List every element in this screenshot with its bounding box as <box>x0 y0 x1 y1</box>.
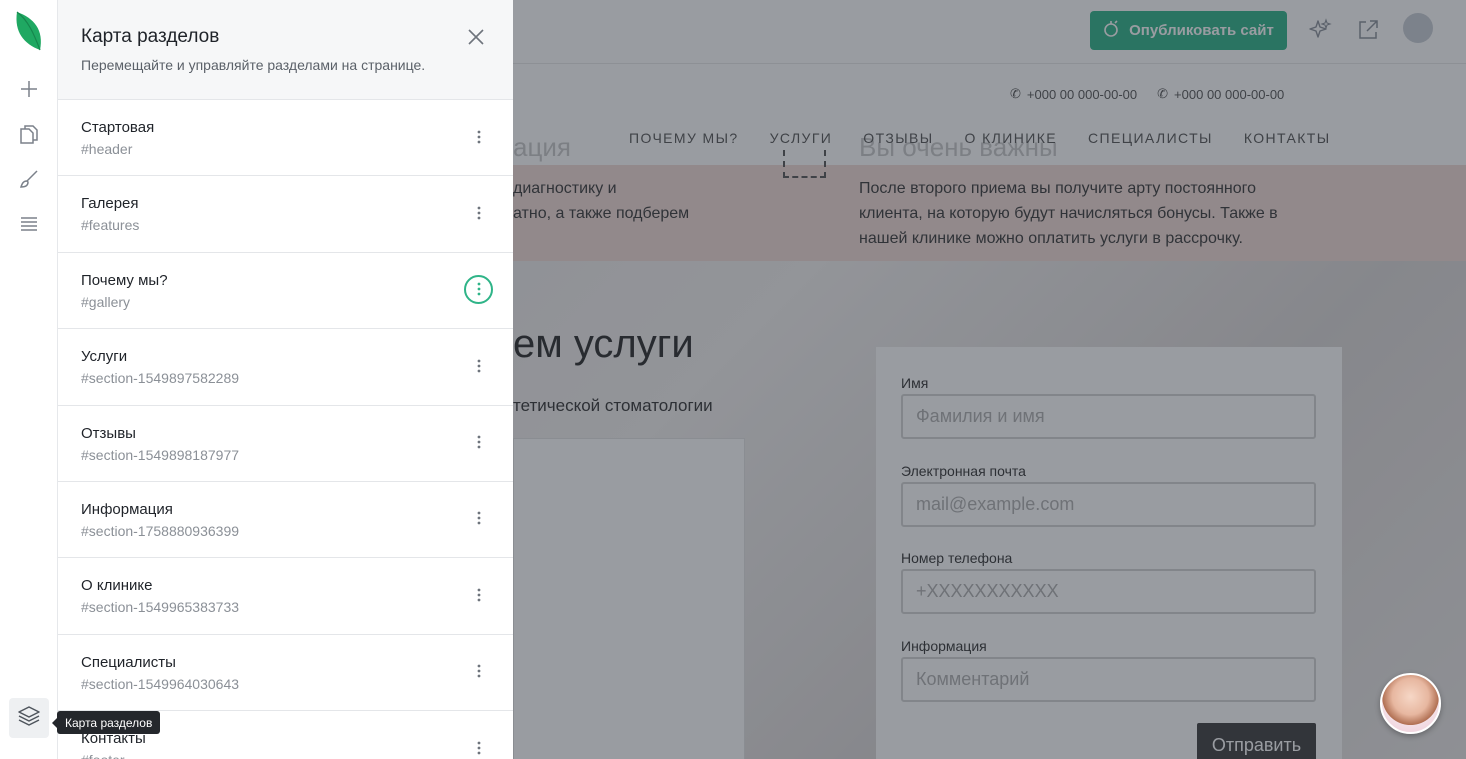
section-name: Отзывы <box>81 424 136 442</box>
more-options-icon[interactable] <box>464 428 493 457</box>
section-name: Информация <box>81 500 173 518</box>
section-anchor: #section-1549964030643 <box>81 675 240 692</box>
list-button[interactable] <box>13 210 45 242</box>
tooltip: Карта разделов <box>51 711 161 734</box>
section-name: Услуги <box>81 348 128 366</box>
more-options-icon[interactable] <box>464 351 493 380</box>
more-options-icon[interactable] <box>464 504 493 533</box>
support-chat-avatar[interactable] <box>1380 673 1441 734</box>
section-item[interactable]: Информация #section-1758880936399 <box>58 482 513 559</box>
brush-icon <box>18 168 40 195</box>
section-item[interactable]: Услуги #section-1549897582289 <box>58 329 513 406</box>
section-list: Стартовая #header Галерея #features Почему м… <box>58 100 513 759</box>
panel-subtitle: Перемещайте и управляйте разделами на ст… <box>81 57 426 73</box>
section-item[interactable]: Отзывы #section-1549898187977 <box>58 406 513 482</box>
section-anchor: #section-1549898187977 <box>81 446 240 463</box>
left-toolbar <box>0 0 58 759</box>
section-item[interactable]: О клинике #section-1549965383733 <box>58 558 513 635</box>
section-anchor: #header <box>81 141 133 157</box>
add-section-button[interactable] <box>13 75 45 107</box>
section-map-panel: Карта разделов Перемещайте и управляйте … <box>58 0 513 759</box>
leaf-logo-icon <box>14 10 44 52</box>
panel-header: Карта разделов Перемещайте и управляйте … <box>58 0 513 100</box>
more-options-icon[interactable] <box>464 274 493 304</box>
section-anchor: #features <box>81 217 140 234</box>
section-name: О клинике <box>81 577 153 595</box>
section-anchor: #footer <box>81 752 125 759</box>
section-anchor: #section-1549965383733 <box>81 599 240 616</box>
section-item[interactable]: Галерея #features <box>58 176 513 253</box>
pages-icon <box>18 123 40 150</box>
section-name: Стартовая <box>81 119 155 136</box>
more-options-icon[interactable] <box>464 122 493 151</box>
section-item[interactable]: Специалисты #section-1549964030643 <box>58 635 513 712</box>
panel-title: Карта разделов <box>81 26 220 47</box>
more-options-icon[interactable] <box>464 733 493 759</box>
list-icon <box>18 213 40 240</box>
close-icon[interactable] <box>466 27 486 47</box>
more-options-icon[interactable] <box>464 198 493 227</box>
section-name: Специалисты <box>81 653 176 671</box>
pages-button[interactable] <box>13 120 45 152</box>
more-options-icon[interactable] <box>464 580 493 609</box>
section-name: Почему мы? <box>81 271 168 289</box>
section-item[interactable]: Почему мы? #gallery <box>58 253 513 330</box>
section-anchor: #section-1758880936399 <box>81 522 240 539</box>
section-name: Галерея <box>81 195 139 213</box>
more-options-icon[interactable] <box>464 657 493 686</box>
section-anchor: #gallery <box>81 293 131 310</box>
section-anchor: #section-1549897582289 <box>81 370 240 387</box>
section-map-button[interactable] <box>9 698 49 738</box>
plus-icon <box>19 79 39 104</box>
design-button[interactable] <box>13 165 45 197</box>
layers-icon <box>17 704 41 733</box>
section-item[interactable]: Стартовая #header <box>58 100 513 177</box>
